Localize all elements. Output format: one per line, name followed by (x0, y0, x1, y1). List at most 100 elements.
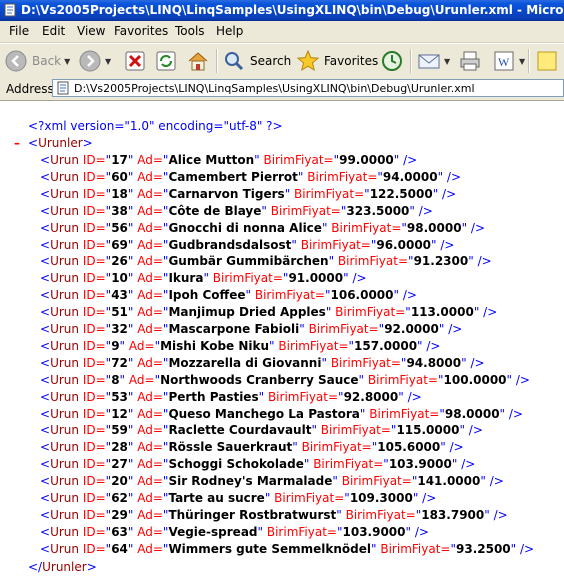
history-icon (382, 51, 402, 71)
attr-price-value: 96.0000 (376, 237, 432, 252)
attr-ad-value: Sir Rodney's Marmalade (168, 474, 333, 489)
attr-ad-name: Ad= (133, 186, 163, 201)
xml-element-row: <Urun ID="69" Ad="Gudbrandsdalsost" Biri… (40, 238, 454, 253)
attr-id-name: ID= (79, 305, 106, 320)
attr-ad-value: Manjimup Dried Apples (168, 305, 326, 320)
attr-price-value: 103.9000 (388, 457, 452, 472)
attr-id-value: 27 (111, 457, 128, 472)
attr-price-name: BirimFiyat= (304, 322, 379, 336)
messenger-button[interactable] (536, 47, 558, 75)
attr-price-value: 94.0000 (382, 169, 438, 184)
menu-edit[interactable]: Edit (40, 21, 67, 42)
menu-favorites[interactable]: Favorites (112, 21, 170, 42)
attr-id-value: 38 (111, 203, 128, 218)
xml-element-row: <Urun ID="20" Ad="Sir Rodney's Marmalade… (40, 474, 504, 489)
attr-ad-value: Ikura (168, 271, 204, 286)
forward-arrow-icon (79, 50, 101, 72)
root-close-start: </ (28, 560, 43, 574)
address-input[interactable]: D:\Vs2005Projects\LINQ\LinqSamples\Using… (52, 79, 564, 97)
attr-price-value: 323.5000 (346, 203, 410, 218)
tag-bracket: < (40, 491, 51, 505)
tag-name: Urun (50, 271, 79, 286)
attr-ad-name: Ad= (133, 457, 163, 472)
xml-viewer: <?xml version="1.0" encoding="utf-8" ?> … (0, 101, 564, 588)
home-button[interactable] (186, 47, 210, 75)
attr-id-value: 12 (111, 406, 128, 421)
attr-price-value: 91.0000 (288, 271, 344, 286)
attr-id-value: 28 (111, 440, 128, 455)
tag-bracket: < (40, 507, 51, 522)
xml-element-row: <Urun ID="10" Ad="Ikura" BirimFiyat="91.… (40, 271, 367, 286)
menu-file[interactable]: File (7, 21, 31, 42)
tag-bracket: < (40, 423, 51, 438)
attr-ad-value: Mishi Kobe Niku (160, 338, 270, 353)
collapse-toggle[interactable]: – (14, 136, 20, 151)
attr-price-name: BirimFiyat= (296, 237, 371, 252)
title-bar[interactable]: D:\Vs2005Projects\LINQ\LinqSamples\Using… (0, 0, 564, 21)
attr-price-name: BirimFiyat= (364, 372, 438, 387)
mail-dropdown-icon[interactable]: ▼ (444, 57, 450, 66)
attr-id-name: ID= (79, 153, 106, 167)
xml-element-row: <Urun ID="56" Ad="Gnocchi di nonna Alice… (40, 221, 485, 236)
forward-button[interactable]: ▼ (78, 47, 111, 75)
mail-button[interactable]: ▼ (417, 47, 450, 75)
tag-close: /> (466, 355, 485, 370)
attr-id-name: ID= (79, 169, 106, 184)
attr-ad-value: Perth Pasties (168, 389, 259, 404)
tag-bracket: < (40, 372, 51, 387)
attr-id-value: 10 (111, 271, 128, 286)
attr-id-value: 18 (111, 186, 128, 201)
menu-help[interactable]: Help (214, 21, 245, 42)
attr-ad-value: Northwoods Cranberry Sauce (160, 372, 359, 387)
attr-price-value: 113.0000 (410, 305, 474, 320)
attr-ad-value: Alice Mutton (168, 153, 255, 167)
tag-bracket: < (40, 406, 51, 421)
tag-bracket: < (40, 474, 51, 489)
attr-price-name: BirimFiyat= (337, 474, 412, 489)
root-close-name: Urunler (42, 560, 87, 574)
tag-name: Urun (50, 322, 79, 336)
edit-button[interactable]: W ▼ (492, 47, 525, 75)
xml-element-row: <Urun ID="17" Ad="Alice Mutton" BirimFiy… (40, 153, 417, 168)
back-dropdown-icon[interactable]: ▼ (64, 57, 70, 66)
edit-dropdown-icon[interactable]: ▼ (519, 57, 525, 66)
stop-button[interactable] (124, 47, 146, 75)
xml-element-row: <Urun ID="43" Ad="Ipoh Coffee" BirimFiya… (40, 288, 417, 303)
attr-price-name: BirimFiyat= (270, 491, 345, 505)
tag-bracket: < (40, 271, 51, 286)
tag-bracket: < (40, 355, 51, 370)
xml-element-row: <Urun ID="27" Ad="Schoggi Schokolade" Bi… (40, 457, 475, 472)
favorites-button[interactable]: Favorites (296, 47, 378, 75)
attr-price-name: BirimFiyat= (309, 457, 384, 472)
print-button[interactable] (458, 47, 482, 75)
refresh-button[interactable] (155, 47, 177, 75)
menu-tools[interactable]: Tools (173, 21, 207, 42)
root-open-bracket: < (28, 136, 39, 150)
history-button[interactable] (380, 47, 404, 75)
attr-id-name: ID= (79, 288, 106, 303)
root-open-name: Urunler (38, 136, 83, 150)
attr-id-value: 64 (111, 541, 128, 556)
back-button[interactable]: Back ▼ (4, 47, 70, 75)
root-open-tag: <Urunler> (28, 136, 93, 151)
attr-price-value: 98.0000 (406, 220, 462, 235)
xml-element-row: <Urun ID="18" Ad="Carnarvon Tigers" Biri… (40, 187, 456, 202)
attr-id-value: 51 (111, 305, 128, 320)
attr-price-value: 106.0000 (330, 288, 394, 303)
tag-bracket: < (40, 220, 51, 235)
attr-price-name: BirimFiyat= (251, 288, 325, 303)
tag-bracket: < (40, 254, 51, 269)
menu-view[interactable]: View (75, 21, 107, 42)
search-button[interactable]: Search (222, 47, 291, 75)
xml-declaration: <?xml version="1.0" encoding="utf-8" ?> (28, 119, 283, 133)
tag-bracket: < (40, 440, 51, 455)
tag-close: /> (348, 271, 367, 286)
xml-element-row: <Urun ID="38" Ad="Côte de Blaye" BirimFi… (40, 204, 433, 219)
forward-dropdown-icon[interactable]: ▼ (105, 57, 111, 66)
attr-price-value: 92.8000 (343, 389, 399, 404)
attr-ad-name: Ad= (133, 524, 163, 539)
favorites-label: Favorites (324, 54, 379, 68)
xml-element-row: <Urun ID="62" Ad="Tarte au sucre" BirimF… (40, 491, 436, 506)
attr-ad-name: Ad= (133, 254, 163, 269)
address-value: D:\Vs2005Projects\LINQ\LinqSamples\Using… (74, 82, 475, 95)
